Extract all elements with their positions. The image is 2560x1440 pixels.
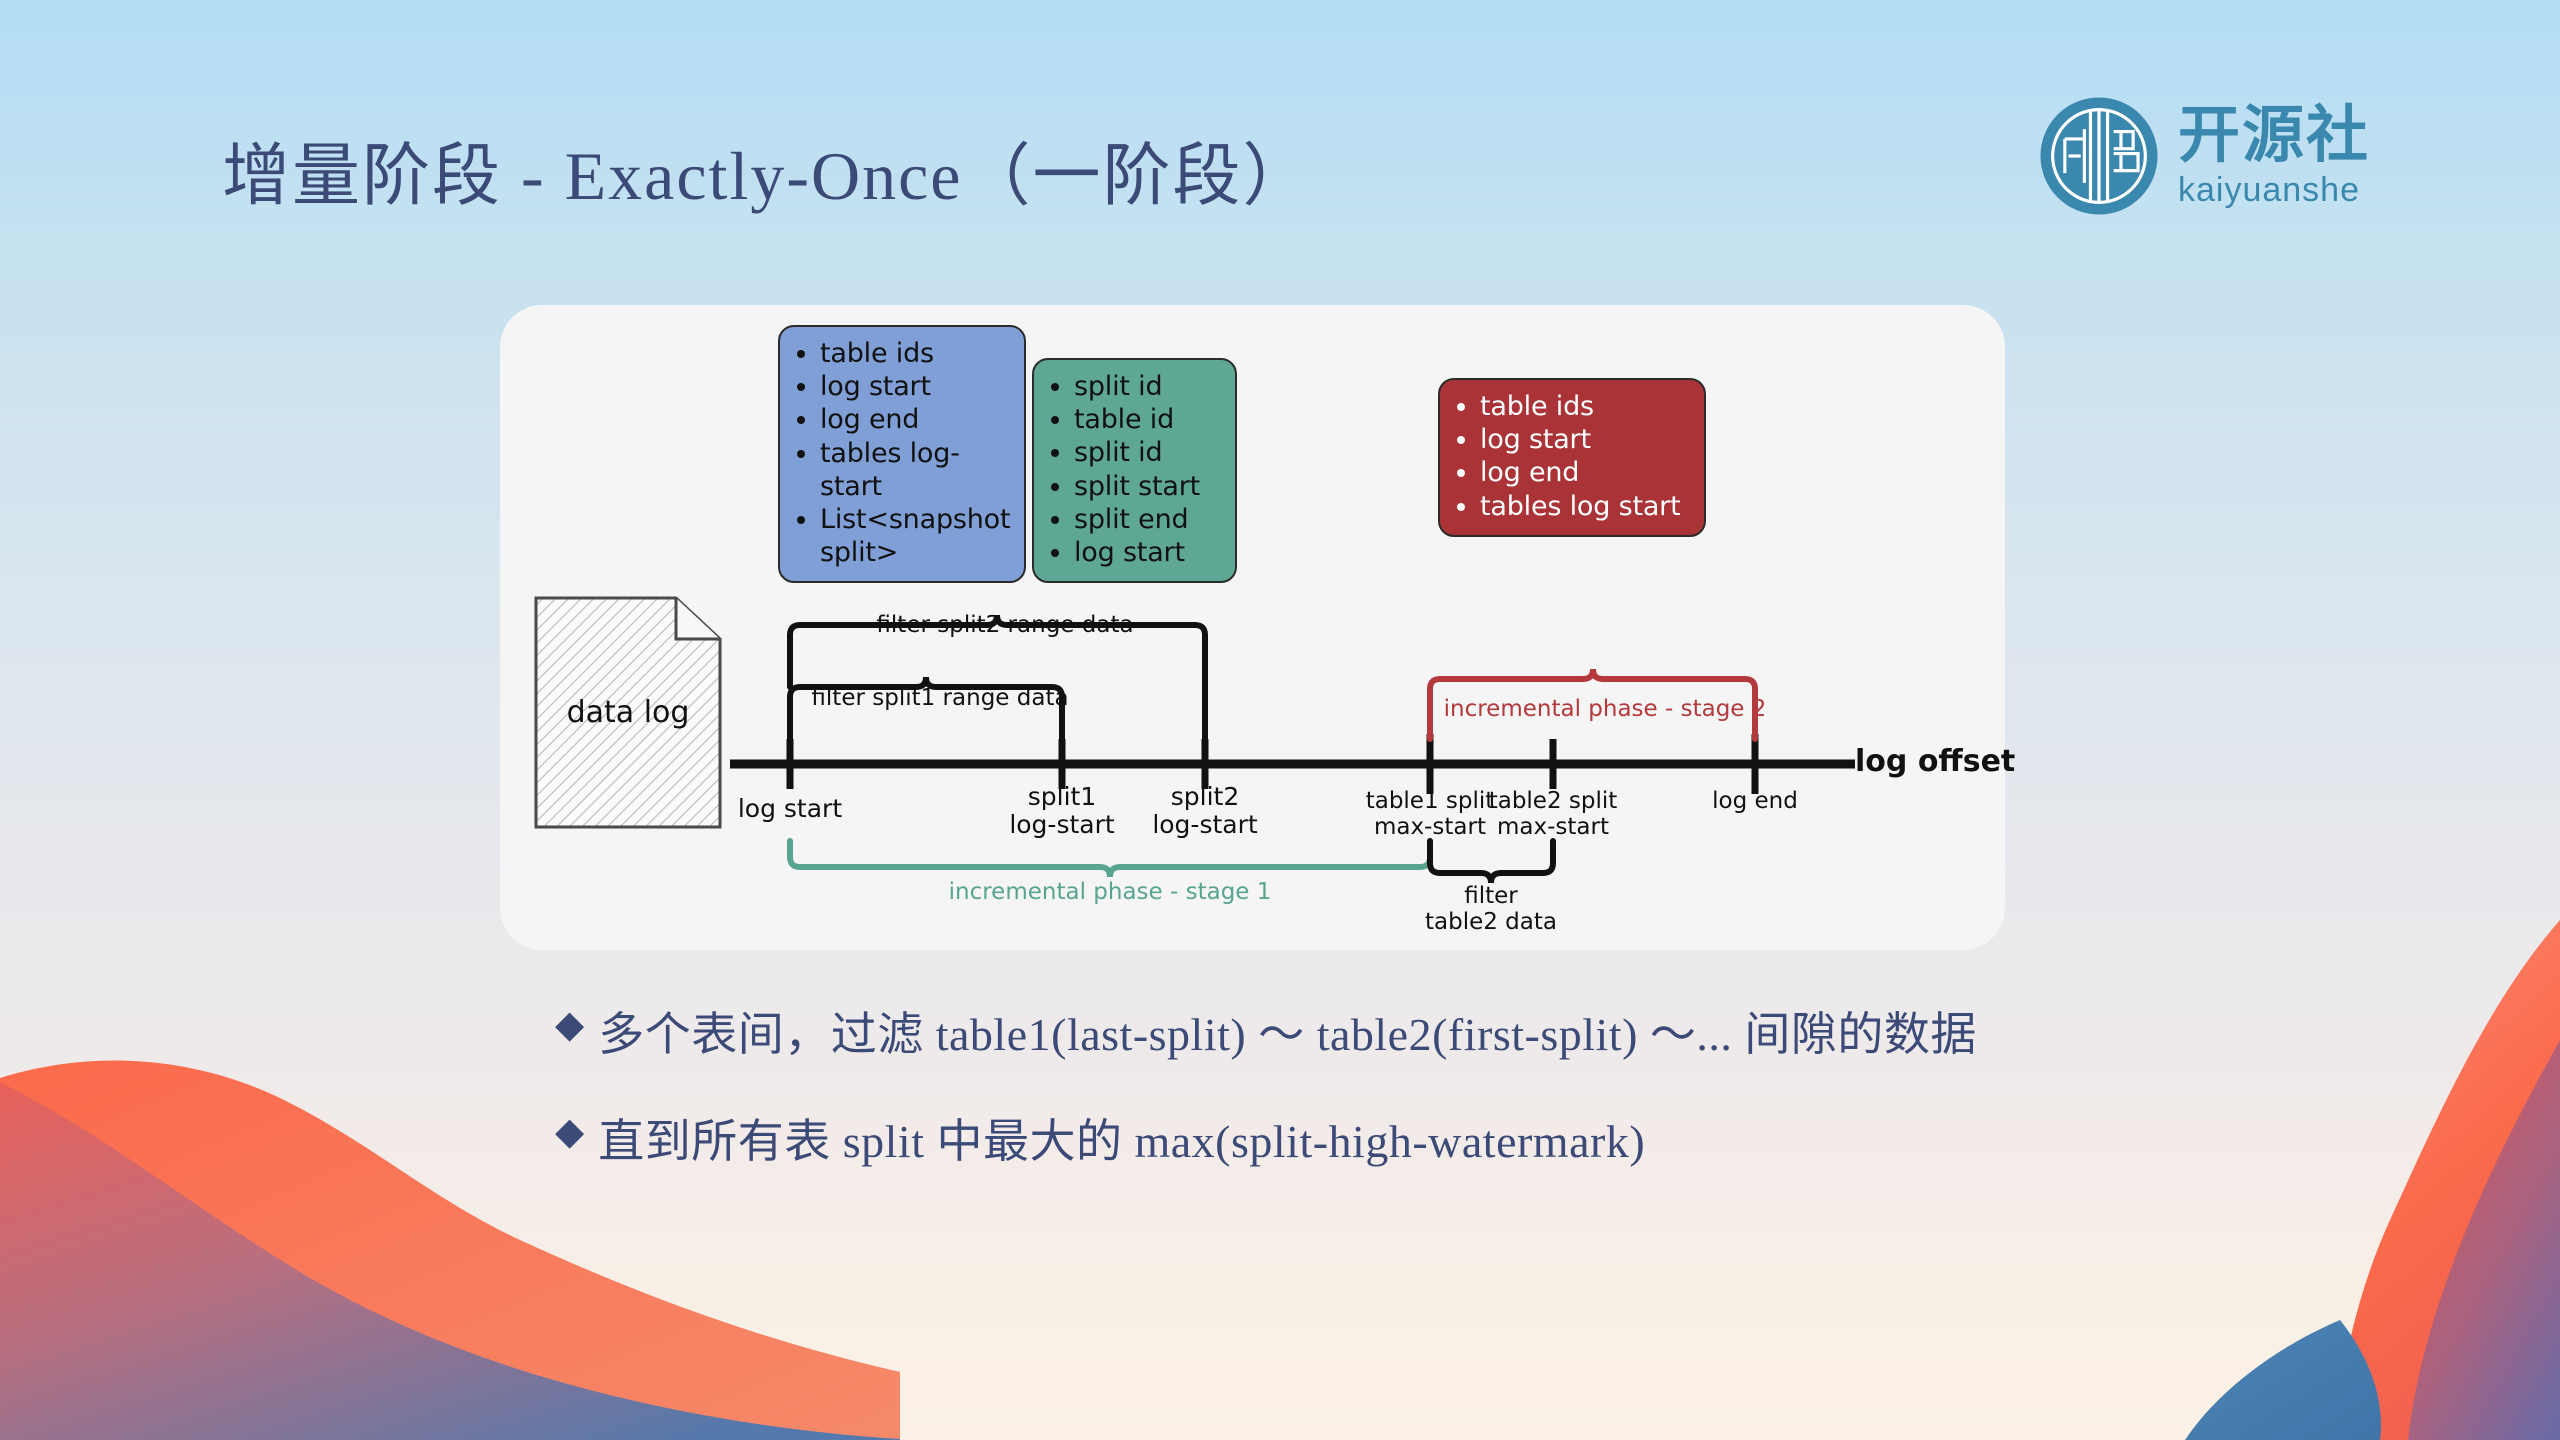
list-item: tables log start — [1480, 490, 1690, 523]
logo-cn-text: 开源社 — [2177, 101, 2370, 170]
bullet-text: 直到所有表 split 中最大的 max(split-high-watermar… — [598, 1115, 1646, 1167]
kaiyuanshe-logo: 开源社 kaiyuanshe — [2038, 95, 2370, 217]
bullet-list: ◆ 多个表间，过滤 table1(last-split) ～ table2(fi… — [555, 1004, 2415, 1218]
list-item: log start — [820, 370, 1010, 403]
list-item: List<snapshot split> — [820, 503, 1011, 569]
list-item: split id — [1074, 436, 1221, 469]
bracket-label-incremental-stage-1: incremental phase - stage 1 — [948, 879, 1272, 905]
info-box-snapshot-enumerator-state: table ids log start log end tables log-s… — [778, 325, 1026, 584]
list-item: ◆ 直到所有表 split 中最大的 max(split-high-waterm… — [555, 1110, 2415, 1173]
page-title: 增量阶段 - Exactly-Once（一阶段） — [222, 138, 1313, 214]
log-offset-timeline — [730, 614, 1855, 884]
info-box-checkpoint-state: table ids log start log end tables log s… — [1438, 378, 1706, 537]
list-item: log end — [1480, 456, 1690, 489]
list-item: split start — [1074, 470, 1221, 503]
bullet-marker-icon: ◆ — [555, 1110, 585, 1153]
bracket-label-filter-split1-range: filter split1 range data — [811, 685, 1069, 711]
info-box-log-split-state: split id table id split id split start s… — [1032, 358, 1237, 584]
bracket-label-incremental-stage-2: incremental phase - stage 2 — [1443, 696, 1767, 722]
list-item: log start — [1480, 423, 1690, 456]
bracket-label-filter-table2-data: filter table2 data — [1424, 883, 1557, 935]
bullet-marker-icon: ◆ — [555, 1004, 585, 1046]
list-item: table ids — [820, 337, 1010, 370]
list-item: log start — [1074, 536, 1221, 569]
list-item: ◆ 多个表间，过滤 table1(last-split) ～ table2(fi… — [555, 1004, 2415, 1066]
list-item: table id — [1074, 403, 1221, 436]
tick-label-log-end: log end — [1712, 788, 1798, 814]
tick-label-log-start: log start — [737, 794, 843, 823]
list-item: tables log-start — [820, 437, 1010, 503]
tick-label-split2-log-start: split2 log-start — [1152, 782, 1258, 839]
bullet-text: 多个表间，过滤 table1(last-split) ～ table2(firs… — [598, 1009, 1977, 1060]
axis-label-log-offset: log offset — [1855, 744, 2016, 779]
tick-label-table2-split-max-start: table2 split max-start — [1488, 788, 1618, 840]
bracket-label-filter-split2-range: filter split2 range data — [876, 612, 1134, 638]
list-item: log end — [820, 403, 1010, 436]
list-item: split end — [1074, 503, 1221, 536]
kaiyuanshe-emblem-icon — [2040, 97, 2158, 215]
logo-en-text: kaiyuanshe — [2177, 171, 2360, 209]
list-item: table ids — [1480, 390, 1690, 423]
list-item: split id — [1074, 370, 1221, 403]
